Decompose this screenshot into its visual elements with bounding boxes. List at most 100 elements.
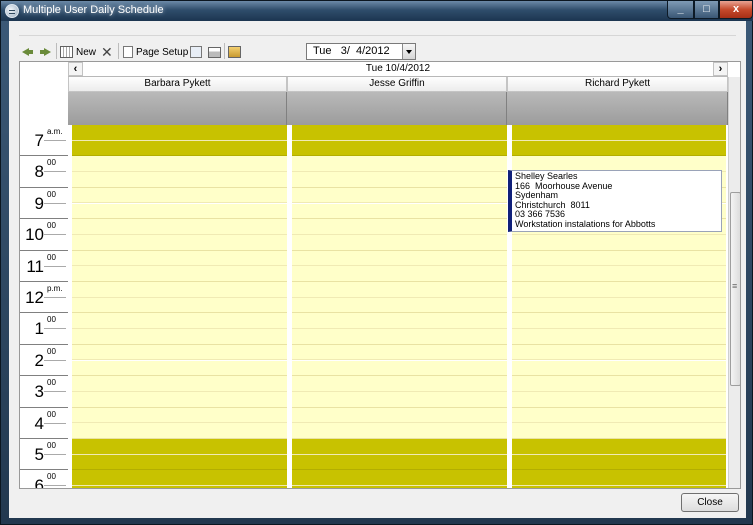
time-slot[interactable] <box>512 407 726 424</box>
time-slot[interactable] <box>72 391 287 408</box>
time-slot[interactable] <box>72 423 287 439</box>
time-slot[interactable] <box>292 250 507 267</box>
maximize-button[interactable]: □ <box>694 1 719 19</box>
time-slot[interactable] <box>72 250 287 267</box>
time-slot[interactable] <box>292 329 507 345</box>
time-slot[interactable] <box>292 486 507 488</box>
time-slot[interactable] <box>512 360 726 377</box>
time-slot[interactable] <box>292 407 507 424</box>
export-button[interactable] <box>228 44 241 60</box>
time-slot[interactable] <box>292 172 507 188</box>
time-slot[interactable] <box>72 172 287 188</box>
time-slot[interactable] <box>72 187 287 204</box>
delete-button[interactable]: ✕ <box>101 44 114 60</box>
date-navigator: ‹ Tue 10/4/2012 › <box>68 62 728 77</box>
hour-number: 6 <box>34 476 44 489</box>
app-icon[interactable] <box>5 4 19 18</box>
time-slot[interactable] <box>512 329 726 345</box>
time-slot[interactable] <box>512 376 726 392</box>
vertical-scrollbar[interactable] <box>728 77 740 488</box>
time-slot[interactable] <box>292 439 507 455</box>
time-slot[interactable] <box>512 423 726 439</box>
close-window-button[interactable]: x <box>719 1 753 19</box>
resource-header[interactable]: Richard Pykett <box>507 77 728 92</box>
time-slot[interactable] <box>292 219 507 235</box>
time-slot[interactable] <box>512 297 726 314</box>
resource-header[interactable]: Jesse Griffin <box>287 77 507 92</box>
time-slot[interactable] <box>292 140 507 157</box>
time-slot[interactable] <box>512 140 726 157</box>
time-slot[interactable] <box>72 234 287 251</box>
resource-header[interactable]: Barbara Pykett <box>68 77 287 92</box>
time-slot[interactable] <box>72 156 287 173</box>
time-slot[interactable] <box>72 344 287 361</box>
scrollbar-thumb[interactable] <box>730 192 740 386</box>
time-slot[interactable] <box>512 313 726 330</box>
time-slot[interactable] <box>72 486 287 488</box>
time-slot[interactable] <box>292 125 507 141</box>
time-slot[interactable] <box>512 454 726 471</box>
dropdown-arrow-icon[interactable] <box>402 44 415 59</box>
half-hour-tick <box>44 140 66 141</box>
appointment[interactable]: Shelley Searles 166 Moorhouse Avenue Syd… <box>508 170 722 232</box>
time-slot[interactable] <box>512 391 726 408</box>
previous-day-button[interactable]: ‹ <box>68 62 83 76</box>
time-slot[interactable] <box>292 234 507 251</box>
time-slot[interactable] <box>72 470 287 487</box>
time-slot[interactable] <box>512 470 726 487</box>
time-slot[interactable] <box>512 439 726 455</box>
time-slot[interactable] <box>72 266 287 282</box>
time-slot[interactable] <box>72 140 287 157</box>
time-slot[interactable] <box>72 407 287 424</box>
time-slot[interactable] <box>512 282 726 298</box>
time-slot[interactable] <box>512 125 726 141</box>
time-slot[interactable] <box>292 423 507 439</box>
time-slot[interactable] <box>512 344 726 361</box>
time-slot[interactable] <box>72 219 287 235</box>
time-slot[interactable] <box>72 125 287 141</box>
title-bar[interactable]: Multiple User Daily Schedule _ □ x <box>1 1 753 21</box>
hour-suffix: 00 <box>47 378 56 388</box>
time-slot[interactable] <box>72 282 287 298</box>
all-day-cell[interactable] <box>287 92 507 125</box>
forward-button[interactable] <box>39 44 52 60</box>
resource-column[interactable] <box>292 125 507 488</box>
time-slot[interactable] <box>512 486 726 488</box>
minimize-button[interactable]: _ <box>667 1 694 19</box>
time-slot[interactable] <box>292 187 507 204</box>
resource-column[interactable] <box>72 125 287 488</box>
time-slot[interactable] <box>72 329 287 345</box>
print-button[interactable] <box>208 44 221 60</box>
time-slot[interactable] <box>292 156 507 173</box>
print-preview-button[interactable] <box>190 44 202 60</box>
new-button[interactable]: New <box>60 44 96 60</box>
time-slot[interactable] <box>292 360 507 377</box>
time-slot[interactable] <box>292 266 507 282</box>
time-slot[interactable] <box>72 376 287 392</box>
date-picker[interactable]: Tue 3/ 4/2012 <box>306 43 416 60</box>
time-slot[interactable] <box>292 376 507 392</box>
time-slot[interactable] <box>512 234 726 251</box>
time-slot[interactable] <box>292 454 507 471</box>
back-button[interactable] <box>21 44 34 60</box>
time-slot[interactable] <box>292 391 507 408</box>
time-slot[interactable] <box>72 203 287 220</box>
time-slot[interactable] <box>72 297 287 314</box>
time-slot[interactable] <box>72 454 287 471</box>
time-slot[interactable] <box>292 203 507 220</box>
time-slot[interactable] <box>512 250 726 267</box>
close-button[interactable]: Close <box>681 493 739 512</box>
time-slot[interactable] <box>292 344 507 361</box>
time-slot[interactable] <box>72 313 287 330</box>
time-slot[interactable] <box>292 470 507 487</box>
time-slot[interactable] <box>292 313 507 330</box>
next-day-button[interactable]: › <box>713 62 728 76</box>
time-slot[interactable] <box>292 297 507 314</box>
page-setup-button[interactable]: Page Setup <box>123 44 188 60</box>
all-day-cell[interactable] <box>507 92 728 125</box>
time-slot[interactable] <box>292 282 507 298</box>
time-slot[interactable] <box>512 266 726 282</box>
time-slot[interactable] <box>72 360 287 377</box>
time-slot[interactable] <box>72 439 287 455</box>
all-day-cell[interactable] <box>68 92 287 125</box>
